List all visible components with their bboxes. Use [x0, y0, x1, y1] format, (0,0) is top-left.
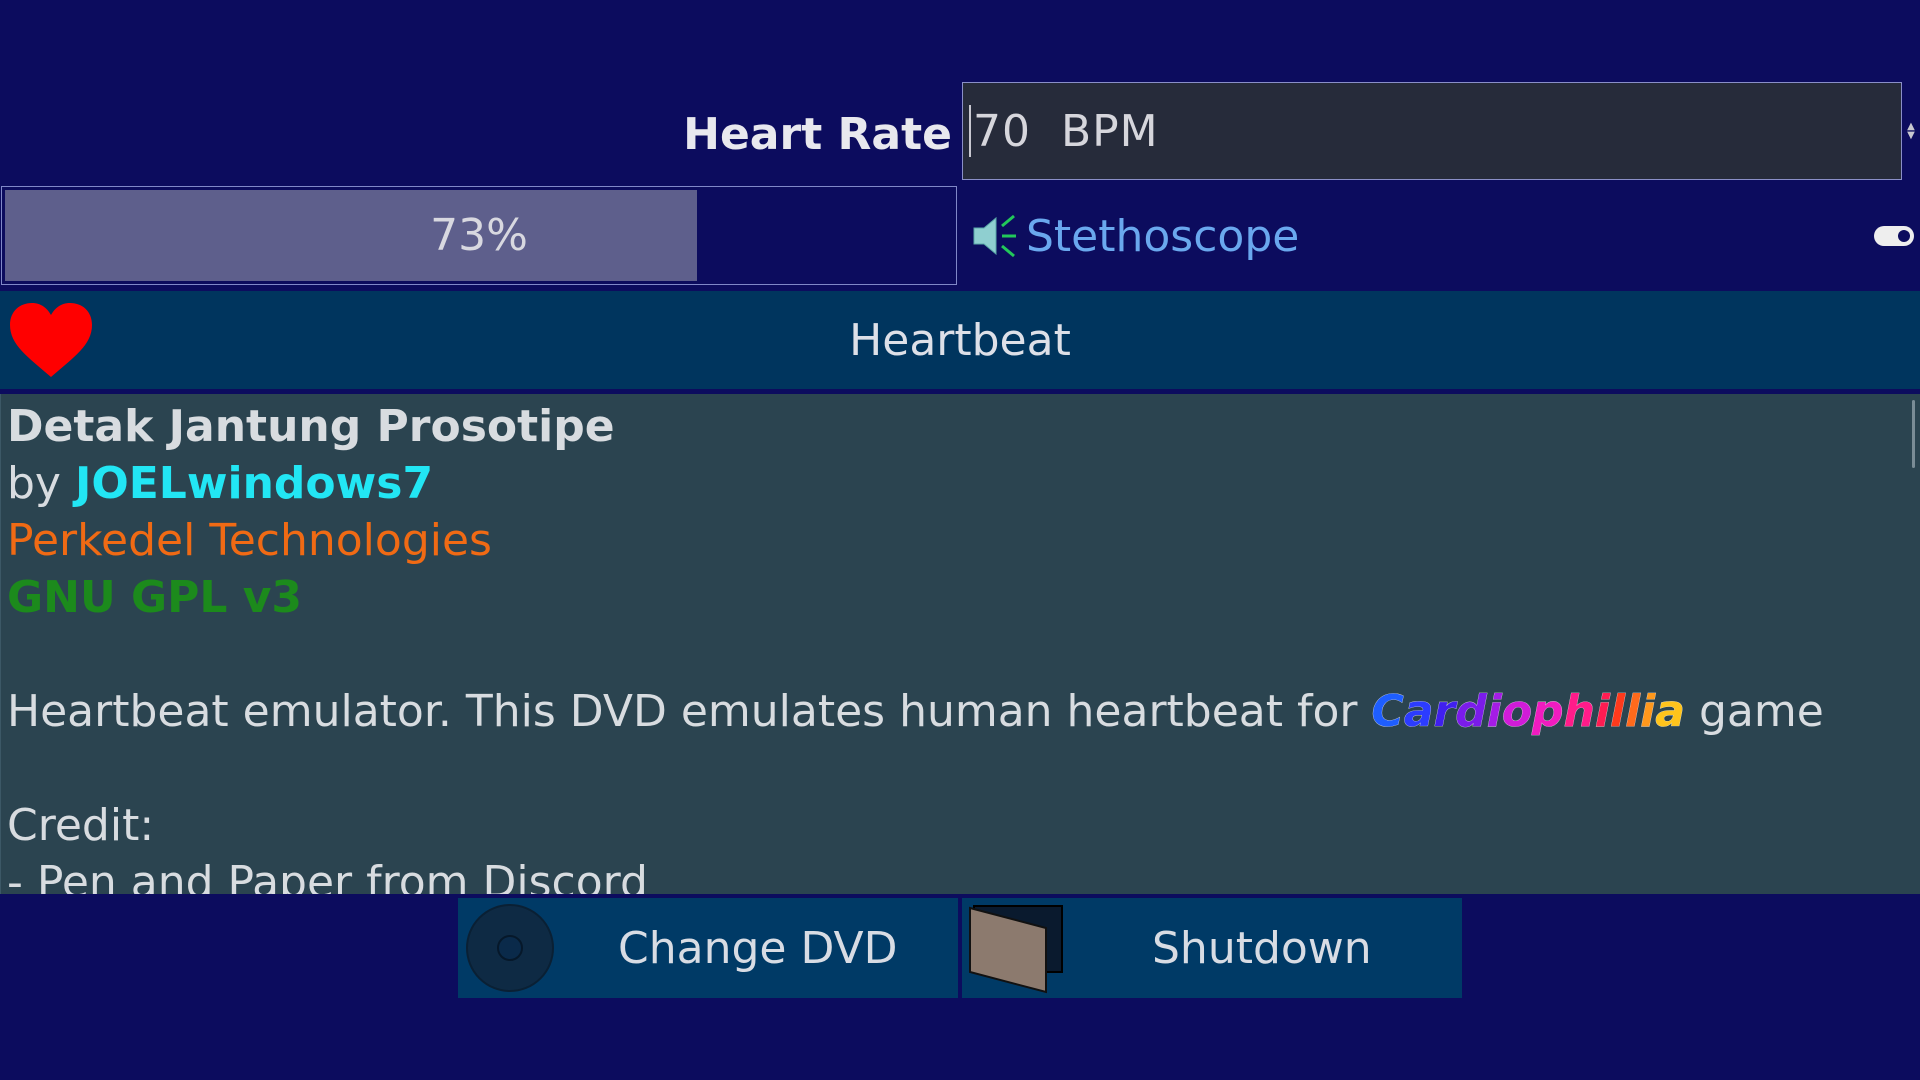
- heart-rate-label: Heart Rate: [683, 108, 952, 160]
- toggle-knob: [1898, 230, 1910, 242]
- game-name[interactable]: Cardiophillia: [1371, 686, 1685, 738]
- heart-icon: [10, 303, 92, 377]
- stethoscope-row[interactable]: Stethoscope: [970, 196, 1299, 276]
- license-name: GNU GPL v3: [7, 572, 303, 623]
- description-line: Heartbeat emulator. This DVD emulates hu…: [7, 683, 1914, 740]
- heartbeat-progress-bar: 73%: [1, 186, 957, 285]
- game-name-letter: l: [1625, 686, 1641, 738]
- game-name-letter: p: [1532, 686, 1564, 738]
- heartbeat-title: Heartbeat: [849, 314, 1071, 366]
- game-name-letter: r: [1433, 686, 1456, 738]
- stethoscope-label[interactable]: Stethoscope: [1026, 211, 1299, 262]
- shutdown-label[interactable]: Shutdown: [1082, 923, 1462, 974]
- game-name-letter: i: [1640, 686, 1656, 738]
- info-panel[interactable]: Detak Jantung Prosotipe by JOELwindows7 …: [0, 394, 1920, 894]
- game-name-letter: h: [1563, 686, 1595, 738]
- heartbeat-header: Heartbeat: [0, 291, 1920, 389]
- heart-rate-spinbox[interactable]: 70 BPM: [962, 82, 1902, 180]
- change-dvd-label[interactable]: Change DVD: [578, 923, 958, 974]
- author-line: by JOELwindows7: [7, 455, 1914, 512]
- heart-rate-value[interactable]: 70 BPM: [973, 106, 1159, 157]
- heartbeat-app: Heart Rate 70 BPM ▲ ▼ 73% Stethoscope He…: [0, 0, 1920, 1080]
- game-name-letter: l: [1609, 686, 1626, 738]
- game-name-letter: C: [1371, 686, 1404, 738]
- game-name-letter: o: [1501, 686, 1533, 738]
- disc-icon: [466, 904, 554, 992]
- credit-item: - Pen and Paper from Discord: [7, 857, 648, 894]
- shutdown-button[interactable]: Shutdown: [962, 898, 1462, 998]
- text-cursor: [969, 105, 971, 157]
- description-text: Heartbeat emulator. This DVD emulates hu…: [7, 686, 1358, 737]
- game-name-letter: i: [1486, 686, 1502, 738]
- company-name: Perkedel Technologies: [7, 515, 492, 566]
- speaker-icon: [973, 214, 1016, 258]
- stethoscope-toggle[interactable]: [1874, 226, 1914, 246]
- scrollbar-thumb[interactable]: [1912, 400, 1915, 468]
- progress-text: 73%: [430, 210, 528, 261]
- spin-arrows-icon[interactable]: ▲ ▼: [1904, 120, 1918, 142]
- author-link[interactable]: JOELwindows7: [75, 458, 433, 509]
- game-name-letter: i: [1594, 686, 1611, 738]
- game-name-letter: a: [1655, 686, 1685, 738]
- description-suffix: game: [1698, 686, 1824, 737]
- dvd-title: Detak Jantung Prosotipe: [7, 401, 615, 452]
- by-prefix: by: [7, 458, 61, 509]
- change-dvd-button[interactable]: Change DVD: [458, 898, 958, 998]
- credit-heading: Credit:: [7, 800, 155, 851]
- game-name-letter: d: [1455, 686, 1487, 738]
- door-icon: [969, 905, 1063, 994]
- spin-down-icon[interactable]: ▼: [1907, 131, 1915, 141]
- game-name-letter: a: [1403, 686, 1434, 738]
